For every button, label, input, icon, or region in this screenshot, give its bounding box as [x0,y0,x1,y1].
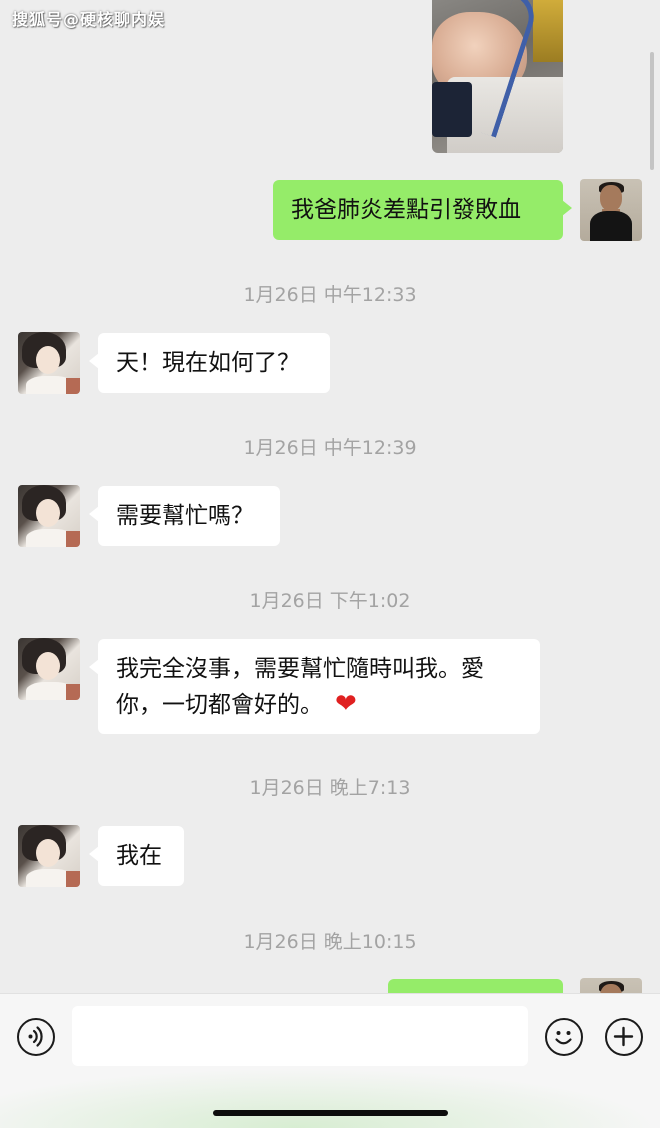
add-icon[interactable] [605,1018,643,1056]
message-text: 我爸肺炎差點引發敗血 [291,197,521,223]
message-bubble-incoming[interactable]: 我完全沒事，需要幫忙隨時叫我。愛 你，一切都會好的。 ❤ [89,639,540,734]
input-bar [0,993,660,1128]
contact-avatar[interactable] [18,485,80,547]
timestamp: 1月26日 晚上7:13 [249,777,411,799]
message-text-line: 我完全沒事，需要幫忙隨時叫我。愛 [116,656,484,682]
message-text: 需要幫忙嗎？ [116,503,254,529]
home-indicator[interactable] [213,1110,448,1116]
contact-avatar[interactable] [18,332,80,394]
contact-avatar[interactable] [18,638,80,700]
message-text: 我在 [116,843,162,869]
message-input[interactable] [72,1006,528,1066]
timestamp: 1月26日 晚上10:15 [243,931,417,953]
voice-icon[interactable] [17,1018,55,1056]
message-bubble-incoming[interactable]: 我在 [89,826,184,886]
message-bubble-outgoing[interactable]: 我爸肺炎差點引發敗血 [273,180,572,240]
timestamp: 1月26日 中午12:33 [243,284,417,306]
my-avatar[interactable] [580,179,642,241]
message-bubble-incoming[interactable]: 天！現在如何了？ [89,333,330,393]
scrollbar[interactable] [650,52,654,170]
contact-avatar[interactable] [18,825,80,887]
timestamp: 1月26日 中午12:39 [243,437,417,459]
sent-photo[interactable] [432,0,563,153]
watermark: 搜狐号@硬核聊内娱 [12,10,166,29]
message-text-line: 你，一切都會好的。 [116,692,323,718]
emoji-icon[interactable] [545,1018,583,1056]
timestamp: 1月26日 下午1:02 [249,590,411,612]
message-text: 天！現在如何了？ [116,350,300,376]
heart-emoji-icon: ❤ [335,689,357,719]
message-bubble-incoming[interactable]: 需要幫忙嗎？ [89,486,280,546]
